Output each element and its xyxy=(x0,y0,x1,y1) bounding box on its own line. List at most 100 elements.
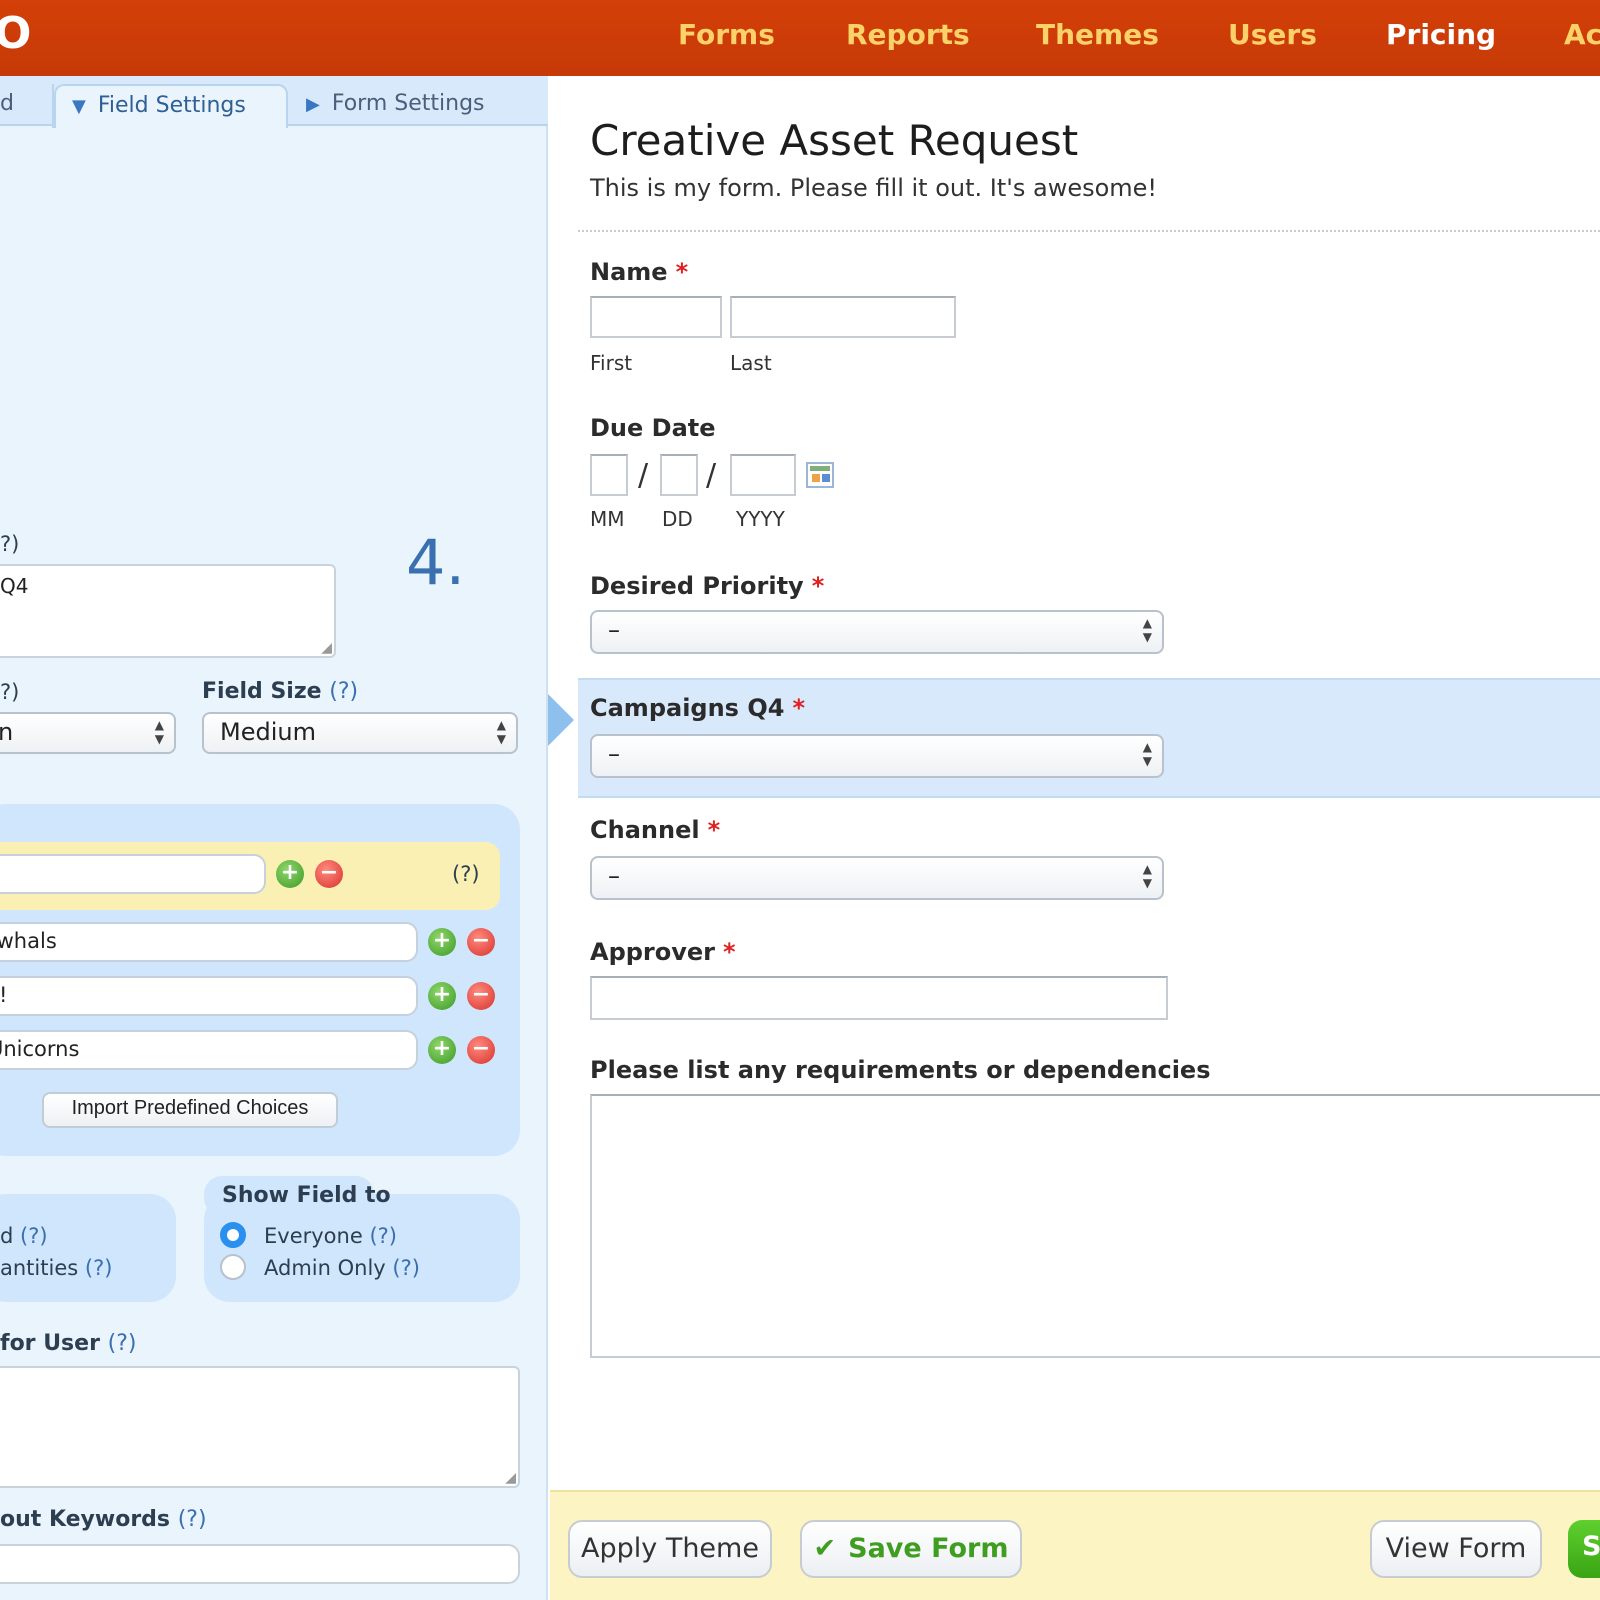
instructions-label-text: for User xyxy=(0,1331,100,1356)
resize-handle-icon[interactable]: ◢ xyxy=(505,1470,516,1486)
field-size-label-text: Field Size xyxy=(202,679,322,704)
option-quantities[interactable]: antities (?) xyxy=(0,1254,112,1282)
select-arrows-icon: ▲ ▼ xyxy=(496,718,506,746)
tab-add-field-label: d xyxy=(0,91,14,116)
option-everyone: Everyone (?) xyxy=(264,1222,397,1250)
field-size-help[interactable]: (?) xyxy=(329,679,358,704)
field-size-select[interactable]: Medium ▲ ▼ xyxy=(202,712,518,754)
keywords-label: out Keywords (?) xyxy=(0,1506,207,1534)
save-form-button[interactable]: ✔ Save Form xyxy=(800,1520,1022,1578)
tab-form-settings[interactable]: ▶ Form Settings xyxy=(306,84,546,128)
instructions-help[interactable]: (?) xyxy=(108,1331,137,1356)
date-separator: / xyxy=(638,458,649,493)
choice-input-4[interactable]: Unicorns xyxy=(0,1030,418,1070)
keywords-input[interactable] xyxy=(0,1544,520,1584)
select-arrows-icon: ▲ ▼ xyxy=(1142,740,1152,768)
priority-label-text: Desired Priority xyxy=(590,572,804,600)
select-arrows-icon: ▲ ▼ xyxy=(1142,616,1152,644)
choice-2-text: rwhals xyxy=(0,929,57,953)
choices-help[interactable]: (?) xyxy=(452,860,480,888)
approver-label-text: Approver xyxy=(590,938,716,966)
name-field-label: Name * xyxy=(590,256,688,288)
priority-select[interactable]: – ▲ ▼ xyxy=(590,610,1164,654)
collapsed-triangle-icon: ▶ xyxy=(306,94,320,115)
select-arrows-icon: ▲ ▼ xyxy=(154,718,164,746)
option-admin-only: Admin Only (?) xyxy=(264,1254,420,1282)
form-title[interactable]: Creative Asset Request xyxy=(590,114,1078,168)
requirements-textarea[interactable] xyxy=(590,1094,1600,1358)
nav-account[interactable]: Ac xyxy=(1564,16,1600,54)
due-date-dd-sublabel: DD xyxy=(662,507,693,531)
import-predefined-choices-button[interactable]: Import Predefined Choices xyxy=(42,1092,338,1128)
required-marker: * xyxy=(723,938,736,966)
option-quantities-help[interactable]: (?) xyxy=(85,1256,113,1280)
keywords-help[interactable]: (?) xyxy=(178,1507,207,1532)
name-first-sublabel: First xyxy=(590,351,633,375)
tab-field-settings[interactable]: ▼ Field Settings xyxy=(54,84,288,128)
priority-value: – xyxy=(608,616,620,644)
field-type-select[interactable]: n ▲ ▼ xyxy=(0,712,176,754)
due-date-yyyy-sublabel: YYYY xyxy=(736,507,785,531)
calendar-icon[interactable] xyxy=(806,462,834,488)
top-navigation-bar xyxy=(0,0,1600,76)
remove-choice-icon[interactable]: − xyxy=(467,982,495,1010)
nav-forms[interactable]: Forms xyxy=(678,16,775,54)
field-label-textarea[interactable]: Q4 ◢ xyxy=(0,564,336,658)
field-size-label: Field Size (?) xyxy=(202,678,358,706)
nav-themes[interactable]: Themes xyxy=(1036,16,1159,54)
tab-add-field[interactable]: d xyxy=(0,84,54,128)
instructions-textarea[interactable]: ◢ xyxy=(0,1366,520,1488)
option-everyone-help[interactable]: (?) xyxy=(369,1224,397,1248)
option-required-text: d xyxy=(0,1224,14,1248)
next-action-button[interactable]: S xyxy=(1568,1520,1600,1578)
approver-field-label: Approver * xyxy=(590,936,736,968)
checkmark-icon: ✔ xyxy=(813,1533,837,1564)
form-description[interactable]: This is my form. Please fill it out. It'… xyxy=(590,172,1157,204)
option-required-help[interactable]: (?) xyxy=(20,1224,48,1248)
option-admin-only-help[interactable]: (?) xyxy=(392,1256,420,1280)
add-choice-icon[interactable]: + xyxy=(276,860,304,888)
channel-select[interactable]: – ▲ ▼ xyxy=(590,856,1164,900)
due-date-year-input[interactable] xyxy=(730,454,796,496)
field-label-value: Q4 xyxy=(0,574,29,598)
remove-choice-icon[interactable]: − xyxy=(467,928,495,956)
select-arrows-icon: ▲ ▼ xyxy=(1142,862,1152,890)
nav-reports[interactable]: Reports xyxy=(846,16,970,54)
name-last-sublabel: Last xyxy=(730,351,772,375)
tab-form-settings-label: Form Settings xyxy=(331,91,485,116)
choice-input-3[interactable]: s! xyxy=(0,976,418,1016)
due-date-day-input[interactable] xyxy=(660,454,698,496)
campaigns-select[interactable]: – ▲ ▼ xyxy=(590,734,1164,778)
option-admin-only-label: Admin Only xyxy=(264,1256,386,1280)
apply-theme-button[interactable]: Apply Theme xyxy=(568,1520,772,1578)
remove-choice-icon[interactable]: − xyxy=(315,860,343,888)
resize-handle-icon[interactable]: ◢ xyxy=(321,640,332,656)
choice-input-1[interactable] xyxy=(0,854,266,894)
campaigns-field-label: Campaigns Q4 * xyxy=(590,692,805,724)
radio-everyone[interactable] xyxy=(220,1222,246,1248)
option-everyone-label: Everyone xyxy=(264,1224,363,1248)
nav-users[interactable]: Users xyxy=(1228,16,1317,54)
field-type-help[interactable]: ?) xyxy=(0,678,19,706)
field-label-help[interactable]: ?) xyxy=(0,530,19,558)
channel-value: – xyxy=(608,862,620,890)
nav-pricing[interactable]: Pricing xyxy=(1386,16,1496,54)
name-last-input[interactable] xyxy=(730,296,956,338)
add-choice-icon[interactable]: + xyxy=(428,1036,456,1064)
radio-admin-only[interactable] xyxy=(220,1254,246,1280)
campaigns-value: – xyxy=(608,740,620,768)
due-date-mm-sublabel: MM xyxy=(590,507,625,531)
add-choice-icon[interactable]: + xyxy=(428,928,456,956)
option-required[interactable]: d (?) xyxy=(0,1222,48,1250)
view-form-button[interactable]: View Form xyxy=(1370,1520,1542,1578)
choice-input-2[interactable]: rwhals xyxy=(0,922,418,962)
name-first-input[interactable] xyxy=(590,296,722,338)
required-marker: * xyxy=(811,572,825,600)
approver-input[interactable] xyxy=(590,976,1168,1020)
app-logo[interactable]: O xyxy=(0,8,31,60)
add-choice-icon[interactable]: + xyxy=(428,982,456,1010)
due-date-month-input[interactable] xyxy=(590,454,628,496)
expand-triangle-icon: ▼ xyxy=(72,96,86,117)
remove-choice-icon[interactable]: − xyxy=(467,1036,495,1064)
priority-field-label: Desired Priority * xyxy=(590,570,824,602)
